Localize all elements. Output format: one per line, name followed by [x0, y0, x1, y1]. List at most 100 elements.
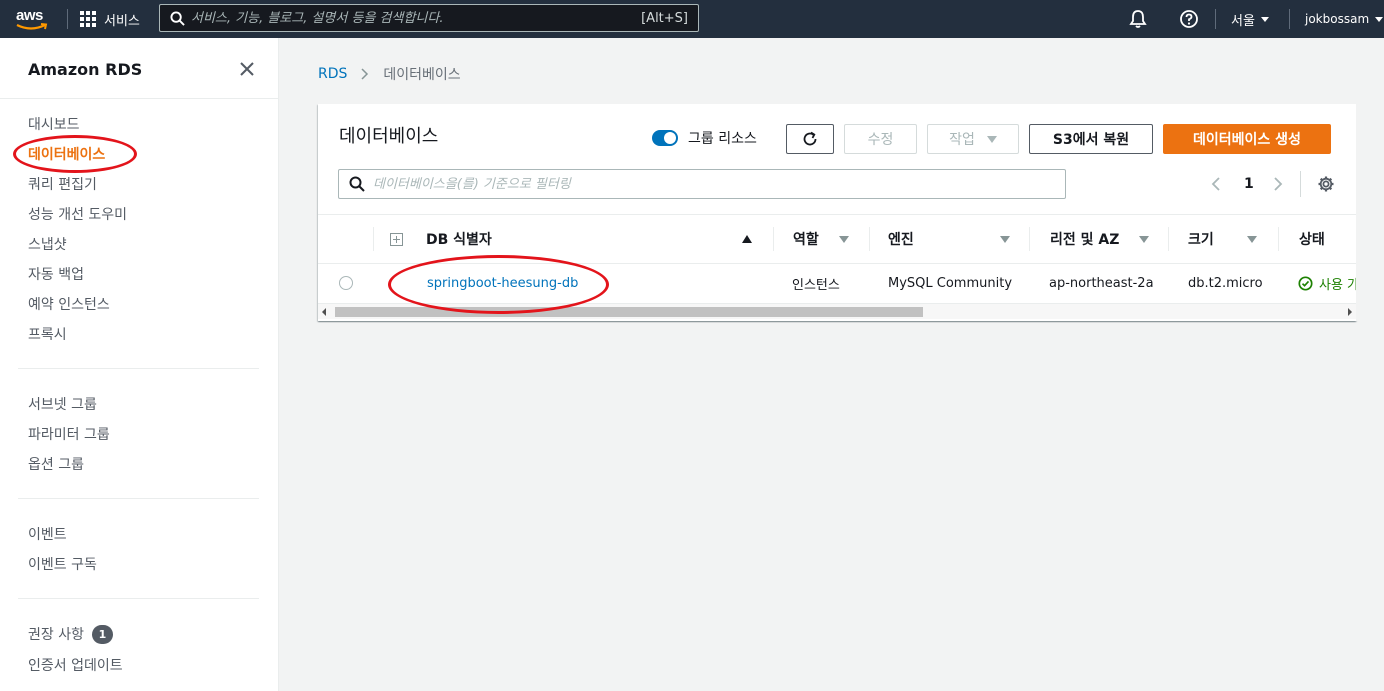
column-divider — [1168, 227, 1169, 251]
search-shortcut-hint: [Alt+S] — [641, 10, 688, 26]
sort-icon — [839, 235, 849, 243]
column-divider — [1278, 227, 1279, 251]
scroll-right-arrow-icon[interactable] — [1348, 308, 1352, 316]
help-icon — [1180, 10, 1198, 28]
sidebar-item-dashboard[interactable]: 대시보드 — [28, 114, 80, 134]
grid-icon — [80, 11, 96, 27]
chevron-left-icon — [1211, 177, 1220, 191]
actions-label: 작업 — [949, 132, 975, 148]
sidebar-item-proxies[interactable]: 프록시 — [28, 324, 67, 344]
sidebar-item-databases[interactable]: 데이터베이스 — [28, 144, 105, 164]
column-header-role[interactable]: 역할 — [793, 215, 851, 263]
sidebar-item-parameter-groups[interactable]: 파라미터 그룹 — [28, 424, 110, 444]
column-header-status[interactable]: 상태 — [1299, 215, 1349, 263]
chevron-right-icon — [361, 68, 369, 80]
account-menu[interactable]: jokbossam — [1305, 0, 1384, 38]
services-menu[interactable]: 서비스 — [80, 0, 140, 38]
db-identifier-link[interactable]: springboot-heesung-db — [427, 264, 578, 302]
group-resources-toggle[interactable]: 그룹 리소스 — [652, 128, 757, 148]
horizontal-scrollbar[interactable] — [318, 303, 1356, 319]
sidebar-divider — [18, 598, 259, 599]
group-resources-label: 그룹 리소스 — [688, 131, 757, 147]
sidebar-item-recommendations[interactable]: 권장 사항 1 — [28, 624, 113, 644]
sidebar-item-query-editor[interactable]: 쿼리 편집기 — [28, 174, 97, 194]
sort-ascending-icon — [742, 235, 752, 243]
scrollbar-thumb[interactable] — [335, 307, 923, 317]
sort-icon — [1247, 235, 1257, 243]
breadcrumb-current: 데이터베이스 — [383, 67, 461, 83]
table-header: DB 식별자 역할 엔진 리전 및 AZ 크기 상태 — [318, 214, 1356, 264]
aws-smile-icon — [16, 23, 48, 30]
sidebar-item-performance-insights[interactable]: 성능 개선 도우미 — [28, 204, 127, 224]
current-page[interactable]: 1 — [1244, 170, 1254, 198]
previous-page-button[interactable] — [1211, 170, 1221, 198]
caret-down-icon — [1375, 16, 1384, 22]
close-icon[interactable] — [238, 60, 256, 78]
sidebar-item-events[interactable]: 이벤트 — [28, 524, 67, 544]
database-filter-input[interactable] — [365, 176, 1065, 192]
sidebar-item-automated-backups[interactable]: 자동 백업 — [28, 264, 84, 284]
column-label: 엔진 — [888, 232, 914, 248]
column-label: 상태 — [1299, 232, 1325, 248]
pager-divider — [1300, 171, 1301, 197]
modify-button[interactable]: 수정 — [844, 124, 917, 154]
sort-icon — [1000, 235, 1010, 243]
global-search[interactable]: [Alt+S] — [159, 4, 699, 32]
actions-dropdown[interactable]: 작업 — [927, 124, 1019, 154]
create-database-button[interactable]: 데이터베이스 생성 — [1163, 124, 1331, 154]
sidebar-divider — [18, 498, 259, 499]
caret-down-icon — [986, 135, 997, 143]
notifications-button[interactable] — [1128, 0, 1148, 38]
region-selector[interactable]: 서울 — [1231, 0, 1269, 38]
global-search-input[interactable] — [185, 10, 642, 26]
sidebar-item-subnet-groups[interactable]: 서브넷 그룹 — [28, 394, 97, 414]
column-divider — [1029, 227, 1030, 251]
column-header-region-az[interactable]: 리전 및 AZ — [1050, 215, 1155, 263]
size-cell: db.t2.micro — [1188, 275, 1263, 291]
breadcrumb-rds-link[interactable]: RDS — [318, 66, 347, 82]
scroll-left-arrow-icon[interactable] — [322, 308, 326, 316]
column-header-engine[interactable]: 엔진 — [888, 215, 1011, 263]
gear-icon — [1318, 176, 1334, 192]
sidebar-item-label: 권장 사항 — [28, 627, 84, 643]
help-button[interactable] — [1179, 0, 1199, 38]
db-identifier[interactable]: springboot-heesung-db — [427, 276, 578, 291]
region-az-cell: ap-northeast-2a — [1049, 275, 1154, 291]
sidebar-item-snapshots[interactable]: 스냅샷 — [28, 234, 67, 254]
services-label: 서비스 — [104, 13, 140, 29]
breadcrumb: RDS 데이터베이스 — [318, 64, 461, 84]
expand-all-icon[interactable] — [390, 233, 403, 246]
sidebar-item-event-subscriptions[interactable]: 이벤트 구독 — [28, 554, 97, 574]
table-row: springboot-heesung-db 인스턴스 MySQL Communi… — [318, 264, 1371, 302]
column-label: DB 식별자 — [426, 232, 492, 248]
sidebar-item-option-groups[interactable]: 옵션 그룹 — [28, 454, 84, 474]
nav-divider — [1289, 9, 1290, 29]
bell-icon — [1129, 10, 1147, 28]
sidebar-divider — [18, 368, 259, 369]
nav-divider — [1215, 9, 1216, 29]
sidebar-item-certificate-update[interactable]: 인증서 업데이트 — [28, 655, 123, 675]
account-username: jokbossam — [1305, 12, 1370, 26]
column-label: 리전 및 AZ — [1050, 232, 1120, 248]
check-circle-icon — [1298, 275, 1313, 291]
database-filter[interactable] — [338, 169, 1066, 199]
row-select-radio[interactable] — [339, 276, 353, 290]
column-header-db-identifier[interactable]: DB 식별자 — [426, 215, 756, 263]
refresh-button[interactable] — [786, 124, 834, 154]
count-badge: 1 — [91, 625, 113, 644]
toggle-switch[interactable] — [652, 130, 678, 146]
search-icon — [170, 10, 185, 26]
databases-panel: 데이터베이스 그룹 리소스 수정 작업 S3에서 복원 데이터베이스 생성 1 — [318, 104, 1371, 321]
sidebar-item-reserved-instances[interactable]: 예약 인스턴스 — [28, 294, 110, 314]
column-header-size[interactable]: 크기 — [1188, 215, 1258, 263]
sidebar: Amazon RDS 대시보드 데이터베이스 쿼리 편집기 성능 개선 도우미 … — [0, 38, 279, 691]
preferences-button[interactable] — [1317, 170, 1335, 198]
refresh-icon — [803, 131, 817, 146]
top-navigation: aws 서비스 [Alt+S] 서울 — [0, 0, 1384, 38]
chevron-right-icon — [1274, 177, 1283, 191]
sidebar-divider — [0, 98, 279, 99]
aws-logo[interactable]: aws — [15, 6, 49, 32]
column-divider — [373, 227, 374, 251]
next-page-button[interactable] — [1273, 170, 1283, 198]
restore-from-s3-button[interactable]: S3에서 복원 — [1029, 124, 1153, 154]
